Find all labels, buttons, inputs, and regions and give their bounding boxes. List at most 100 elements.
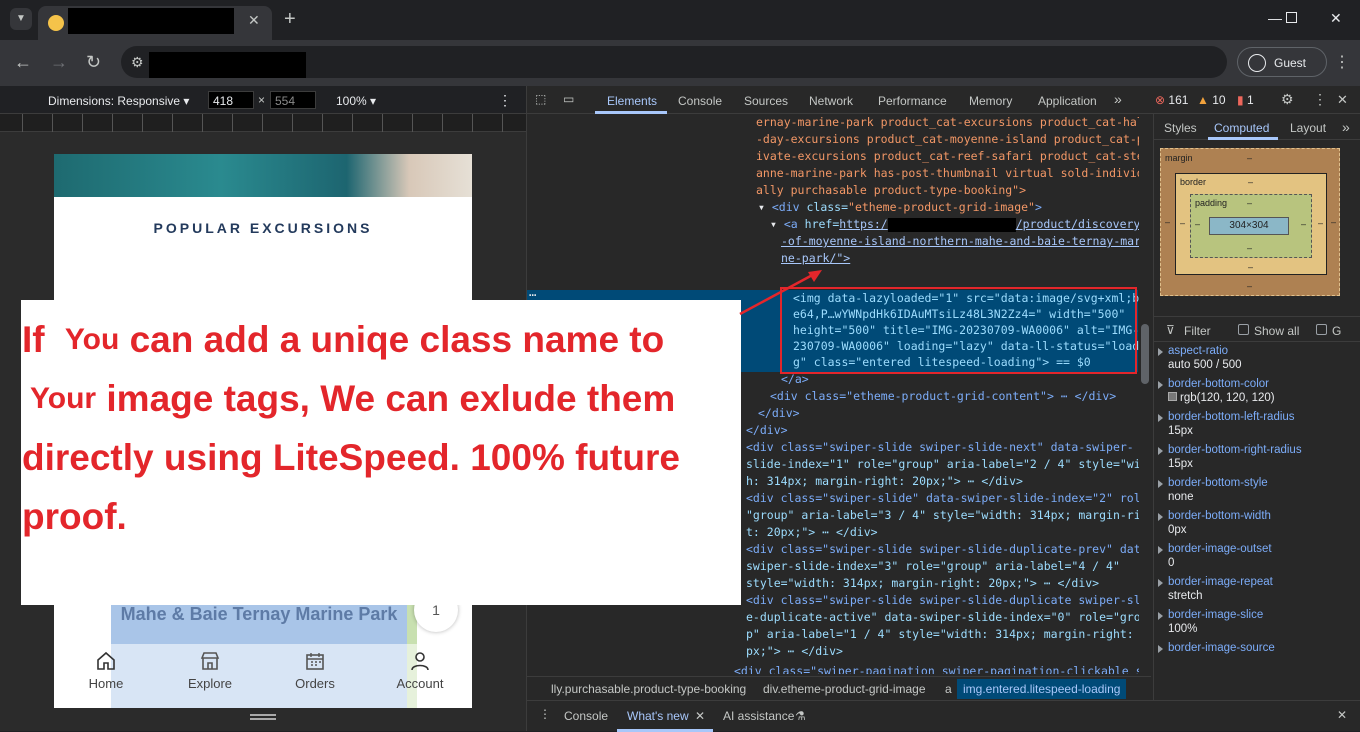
more-tabs-icon[interactable]: » xyxy=(1114,91,1122,107)
expand-caret-icon[interactable] xyxy=(1158,348,1163,356)
nav-label: Explore xyxy=(187,676,233,691)
inspect-icon[interactable]: ⬚ xyxy=(535,92,546,106)
close-drawer-icon[interactable]: ✕ xyxy=(1337,708,1347,722)
tab-performance[interactable]: Performance xyxy=(878,94,947,108)
tab-styles[interactable]: Styles xyxy=(1164,121,1197,135)
show-all-checkbox[interactable] xyxy=(1238,324,1249,335)
close-whats-new-icon[interactable]: ✕ xyxy=(695,709,705,723)
zoom-dropdown[interactable]: 100% ▾ xyxy=(336,94,376,108)
dom-line-a[interactable]: ▾ <a href=https://product/discovery xyxy=(770,216,1140,233)
issue-count[interactable]: ▮ 1 xyxy=(1237,93,1254,107)
computed-property[interactable]: border-bottom-width 0px xyxy=(1158,509,1356,537)
guest-profile-button[interactable]: Guest xyxy=(1237,47,1327,77)
tab-sources[interactable]: Sources xyxy=(744,94,788,108)
close-devtools-icon[interactable]: ✕ xyxy=(1337,92,1348,108)
expand-caret-icon[interactable] xyxy=(1158,645,1163,653)
computed-property[interactable]: border-image-outset 0 xyxy=(1158,542,1356,570)
warning-count[interactable]: ▲ 10 xyxy=(1197,93,1226,107)
guest-label: Guest xyxy=(1274,56,1307,70)
drawer-menu-icon[interactable]: ⋮ xyxy=(539,707,551,721)
computed-property[interactable]: border-bottom-left-radius 15px xyxy=(1158,410,1356,438)
card-title[interactable]: Mahe & Baie Ternay Marine Park xyxy=(114,602,404,626)
expand-caret-icon[interactable] xyxy=(1158,513,1163,521)
nav-orders[interactable]: Orders xyxy=(275,650,355,691)
box-model-border[interactable]: border – – – – padding – – – – 304×304 xyxy=(1175,173,1327,275)
property-name: border-bottom-color xyxy=(1168,378,1269,390)
site-info-icon[interactable]: ⚙ xyxy=(131,54,144,71)
dom-line[interactable]: <div class="etheme-product-grid-content"… xyxy=(770,388,1116,405)
minimize-icon[interactable]: — xyxy=(1268,10,1282,26)
browser-tab[interactable]: ✕ xyxy=(38,6,272,40)
scrollbar-thumb[interactable] xyxy=(1141,324,1149,384)
nav-home[interactable]: Home xyxy=(66,650,146,691)
tab-elements[interactable]: Elements xyxy=(607,94,657,108)
color-swatch[interactable] xyxy=(1168,392,1177,401)
tab-layout[interactable]: Layout xyxy=(1290,121,1326,135)
tab-close-icon[interactable]: ✕ xyxy=(248,12,260,29)
margin-top: – xyxy=(1247,153,1253,163)
dom-line[interactable]: <div class="swiper-slide swiper-slide-ne… xyxy=(746,439,1134,456)
crumb-grid-image[interactable]: div.etheme-product-grid-image xyxy=(763,682,926,696)
box-model-padding[interactable]: padding – – – – 304×304 xyxy=(1190,194,1312,258)
tab-network[interactable]: Network xyxy=(809,94,853,108)
width-input[interactable]: 418 xyxy=(208,91,254,109)
dom-scrollbar[interactable] xyxy=(1139,114,1151,674)
forward-icon[interactable]: → xyxy=(50,52,68,73)
close-window-icon[interactable]: ✕ xyxy=(1330,10,1342,27)
address-bar[interactable]: ⚙ xyxy=(121,46,1227,78)
tab-application[interactable]: Application xyxy=(1038,94,1097,108)
error-count[interactable]: ⊗ 161 xyxy=(1155,93,1188,107)
tab-console[interactable]: Console xyxy=(678,94,722,108)
expand-caret-icon[interactable] xyxy=(1158,612,1163,620)
expand-caret-icon[interactable] xyxy=(1158,414,1163,422)
crumb-a[interactable]: a xyxy=(945,682,952,696)
dom-line-div-grid-image[interactable]: ▾ <div class="etheme-product-grid-image"… xyxy=(758,199,1042,216)
expand-caret-icon[interactable] xyxy=(1158,447,1163,455)
expand-caret-icon[interactable] xyxy=(1158,546,1163,554)
reload-icon[interactable]: ↻ xyxy=(86,52,101,73)
browser-menu-icon[interactable]: ⋮ xyxy=(1334,52,1350,72)
computed-property[interactable]: border-image-source xyxy=(1158,641,1356,655)
tab-search-button[interactable]: ▼ xyxy=(10,8,32,30)
computed-property[interactable]: border-bottom-color rgb(120, 120, 120) xyxy=(1158,377,1356,405)
crumb-product[interactable]: lly.purchasable.product-type-booking xyxy=(551,682,746,696)
new-tab-button[interactable]: + xyxy=(284,8,296,31)
devtools-menu-icon[interactable]: ⋮ xyxy=(1313,91,1327,108)
computed-property[interactable]: border-bottom-style none xyxy=(1158,476,1356,504)
dom-line[interactable]: <div class="swiper-pagination swiper-pag… xyxy=(734,663,1151,674)
dom-line[interactable]: <div class="swiper-slide" data-swiper-sl… xyxy=(746,490,1151,507)
settings-icon[interactable]: ⚙ xyxy=(1281,91,1294,108)
expand-caret-icon[interactable] xyxy=(1158,480,1163,488)
nav-account[interactable]: Account xyxy=(380,650,460,691)
device-toggle-icon[interactable]: ▭ xyxy=(563,92,574,106)
nav-explore[interactable]: Explore xyxy=(170,650,250,691)
expand-caret-icon[interactable] xyxy=(1158,381,1163,389)
computed-property[interactable]: border-bottom-right-radius 15px xyxy=(1158,443,1356,471)
dom-line[interactable]: <div class="swiper-slide swiper-slide-du… xyxy=(746,592,1151,609)
computed-property[interactable]: border-image-slice 100% xyxy=(1158,608,1356,636)
href-link-rest[interactable]: /product/discovery xyxy=(1016,217,1141,231)
back-icon[interactable]: ← xyxy=(14,52,32,73)
drawer-tab-console[interactable]: Console xyxy=(564,709,608,723)
box-model-content[interactable]: 304×304 xyxy=(1209,217,1289,235)
tab-computed[interactable]: Computed xyxy=(1214,121,1269,135)
computed-property[interactable]: aspect-ratio auto 500 / 500 xyxy=(1158,344,1356,372)
device-more-icon[interactable]: ⋮ xyxy=(498,92,512,109)
restore-icon[interactable] xyxy=(1286,12,1297,23)
box-model-margin[interactable]: margin – – – – border – – – – padding – … xyxy=(1160,148,1340,296)
dimensions-dropdown[interactable]: Dimensions: Responsive ▾ xyxy=(48,94,189,108)
sidebar-more-icon[interactable]: » xyxy=(1342,119,1350,135)
group-checkbox[interactable] xyxy=(1316,324,1327,335)
tab-memory[interactable]: Memory xyxy=(969,94,1012,108)
href-link[interactable]: https:/ xyxy=(839,217,887,231)
crumb-img[interactable]: img.entered.litespeed-loading xyxy=(957,679,1127,699)
computed-property[interactable]: border-image-repeat stretch xyxy=(1158,575,1356,603)
expand-caret-icon[interactable] xyxy=(1158,579,1163,587)
dom-line[interactable]: <div class="swiper-slide swiper-slide-du… xyxy=(746,541,1151,558)
drawer-tab-whats-new[interactable]: What's new xyxy=(627,709,689,723)
filter-input[interactable]: Filter xyxy=(1184,324,1211,338)
resize-handle[interactable] xyxy=(250,714,276,720)
drawer-tab-ai-assistance[interactable]: AI assistance xyxy=(723,709,794,723)
devtools-drawer: ⋮ Console What's new ✕ AI assistance ⚗ ✕ xyxy=(527,700,1360,732)
height-input[interactable]: 554 xyxy=(270,91,316,109)
